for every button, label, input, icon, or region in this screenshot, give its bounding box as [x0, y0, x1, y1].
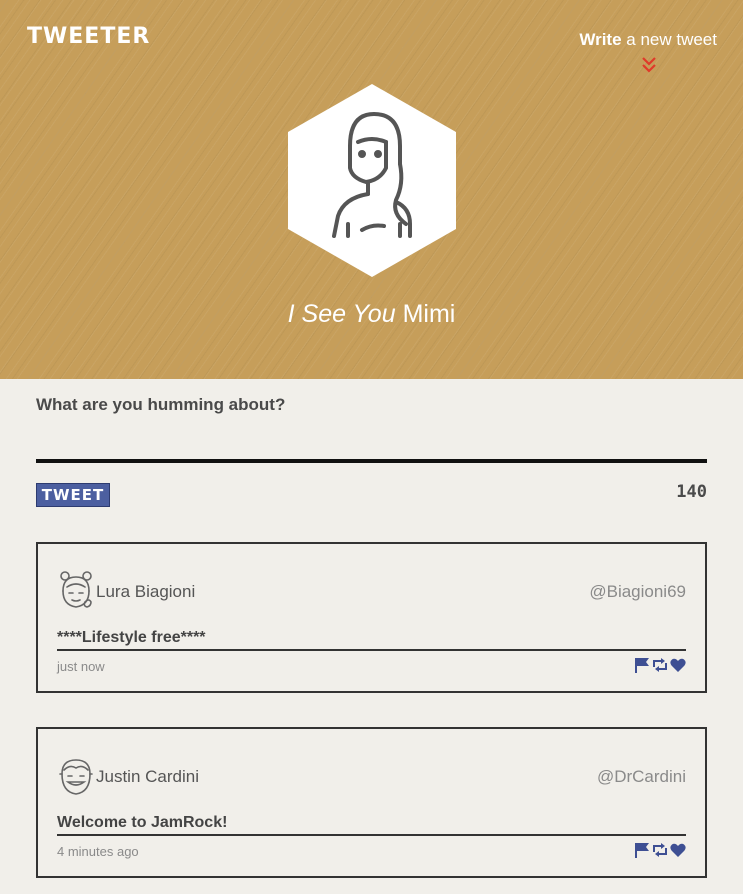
girl-avatar-icon [60, 571, 92, 608]
tweet-actions [634, 842, 686, 858]
profile-header: TWEETER Write a new tweet I See You Mimi [0, 0, 743, 379]
tweet-author-name[interactable]: Justin Cardini [96, 767, 199, 787]
tweet-card: Justin Cardini @DrCardini Welcome to Jam… [36, 727, 707, 878]
tweet-author-handle[interactable]: @DrCardini [597, 767, 686, 787]
profile-name-value: Mimi [402, 300, 456, 328]
woman-avatar-icon [288, 84, 456, 277]
tweet-button[interactable]: TWEET [36, 483, 110, 507]
heart-icon[interactable] [670, 842, 686, 858]
flag-icon[interactable] [634, 842, 650, 858]
write-tweet-link[interactable]: Write a new tweet [579, 30, 717, 50]
boy-avatar-icon [59, 759, 93, 795]
write-bold-label: Write [579, 30, 622, 49]
chevron-double-down-icon[interactable] [641, 56, 657, 74]
compose-area: What are you humming about? TWEET 140 [36, 379, 707, 507]
tweet-timestamp: just now [57, 659, 105, 674]
profile-name-prefix: I See You [287, 300, 396, 328]
compose-prompt: What are you humming about? [36, 395, 286, 414]
heart-icon[interactable] [670, 657, 686, 673]
write-rest-label: a new tweet [621, 30, 717, 49]
retweet-icon[interactable] [652, 657, 668, 673]
tweet-actions [634, 657, 686, 673]
tweet-author-name[interactable]: Lura Biagioni [96, 582, 195, 602]
tweet-input[interactable] [36, 459, 707, 463]
retweet-icon[interactable] [652, 842, 668, 858]
brand-logo[interactable]: TWEETER [27, 24, 150, 49]
tweet-timestamp: 4 minutes ago [57, 844, 139, 859]
tweet-content: ****Lifestyle free**** [57, 629, 686, 651]
tweet-content: Welcome to JamRock! [57, 814, 686, 836]
character-counter: 140 [676, 482, 707, 502]
tweet-author-handle[interactable]: @Biagioni69 [589, 582, 686, 602]
tweet-card: Lura Biagioni @Biagioni69 ****Lifestyle … [36, 542, 707, 693]
profile-name: I See You Mimi [0, 300, 743, 329]
flag-icon[interactable] [634, 657, 650, 673]
